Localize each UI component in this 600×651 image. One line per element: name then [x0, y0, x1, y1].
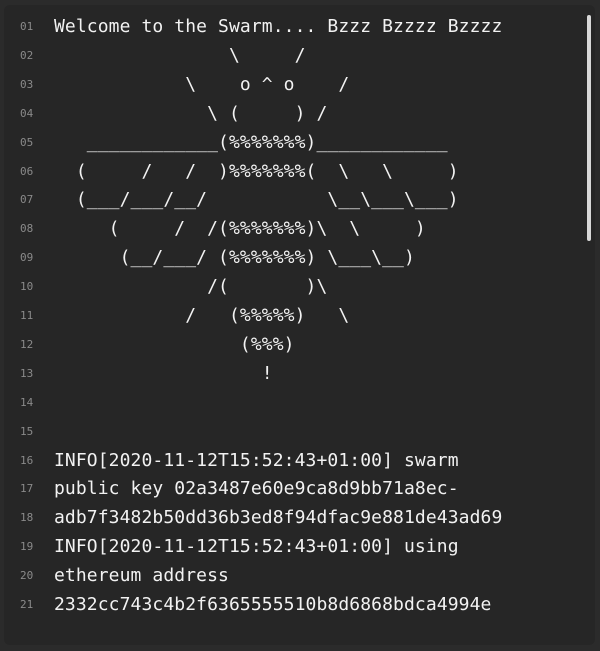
- code-line: INFO[2020-11-12T15:52:43+01:00] using: [54, 536, 459, 558]
- line-number: 13: [20, 366, 34, 380]
- line-number: 06: [20, 164, 34, 178]
- line-number: 20: [20, 569, 34, 583]
- line-number: 19: [20, 540, 34, 554]
- line-number: 05: [20, 135, 34, 149]
- terminal-frame: 01 Welcome to the Swarm.... Bzzz Bzzzz Bz…: [0, 0, 600, 651]
- terminal-window: 01 Welcome to the Swarm.... Bzzz Bzzzz Bz…: [4, 5, 595, 645]
- code-line: \ ( ) /: [54, 102, 328, 124]
- code-line: (__/___/ (%%%%%%%) \___\__): [54, 247, 415, 269]
- line-number: 10: [20, 280, 34, 294]
- code-line: INFO[2020-11-12T15:52:43+01:00] swarm: [54, 449, 459, 471]
- line-number: 14: [20, 395, 34, 409]
- line-number: 08: [20, 222, 34, 236]
- code-line: \ /: [54, 44, 306, 66]
- code-line: / (%%%%%) \: [54, 305, 350, 326]
- code-line: public key 02a3487e60e9ca8d9bb71a8ec-: [54, 478, 459, 500]
- line-number: 01: [20, 20, 34, 33]
- line-number: 07: [20, 193, 34, 207]
- code-line: ethereum address: [54, 565, 229, 587]
- line-number: 16: [20, 453, 34, 467]
- code-line: ____________(%%%%%%%)____________: [54, 131, 448, 153]
- code-line: (___/___/__/ \__\___\___): [54, 189, 459, 211]
- code-line: adb7f3482b50dd36b3ed8f94dfac9e881de43ad6…: [54, 507, 503, 529]
- code-line: ( / /(%%%%%%%)\ \ ): [54, 218, 426, 240]
- line-number: 15: [20, 424, 34, 438]
- line-number: 12: [20, 337, 34, 351]
- code-line: Welcome to the Swarm.... Bzzz Bzzzz Bzzz…: [54, 16, 503, 37]
- code-line: /( )\: [54, 276, 328, 298]
- line-number: 11: [20, 309, 34, 322]
- line-number: 17: [20, 482, 34, 496]
- scrollbar[interactable]: [587, 15, 591, 241]
- line-number: 21: [20, 598, 34, 611]
- line-number: 03: [20, 77, 34, 91]
- line-number: 04: [20, 106, 34, 120]
- code-line: (%%%): [54, 333, 295, 355]
- line-number: 02: [20, 48, 34, 62]
- code-line: \ o ^ o /: [54, 73, 350, 95]
- code-line: ( / / )%%%%%%%( \ \ ): [54, 160, 459, 182]
- code-line: !: [54, 362, 273, 384]
- line-number: 09: [20, 251, 34, 265]
- code-line: 2332cc743c4b2f6365555510b8d6868bdca4994e: [54, 594, 492, 615]
- line-number: 18: [20, 511, 34, 525]
